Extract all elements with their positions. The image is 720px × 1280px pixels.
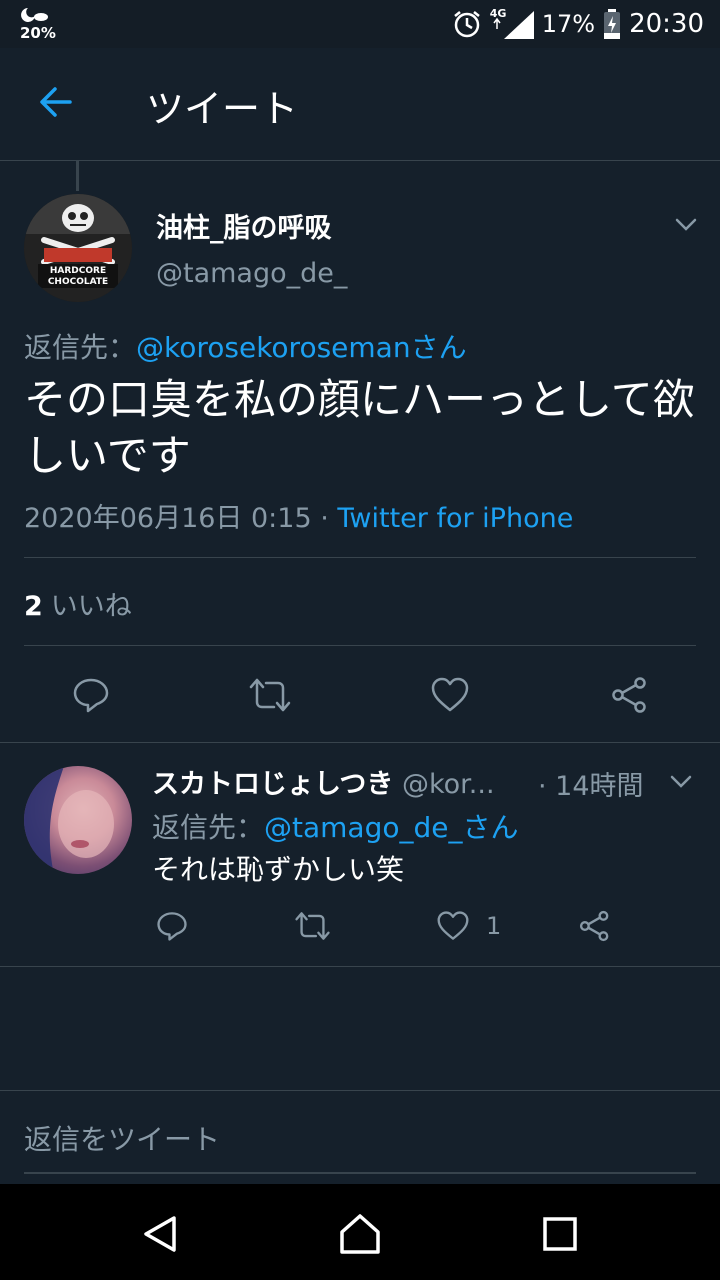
nav-back-button[interactable] [140,1214,180,1258]
square-recents-icon [543,1217,577,1251]
reply-compose-input[interactable]: 返信をツイート [24,1118,220,1158]
retweet-icon [249,678,291,712]
retweet-button[interactable] [248,676,292,718]
reply-reply-to-link[interactable]: @tamago_de_さん [264,811,518,844]
reply-avatar[interactable] [24,766,132,874]
status-icons: 4G 17% 20:30 [452,6,704,42]
tweet-text: その口臭を私の顔にハーっとして欲しいです [24,375,695,480]
heart-icon [431,677,469,712]
signal-indicator: 4G [490,7,534,39]
weather-icon [21,8,48,22]
battery-percent: 17% [541,10,596,38]
nav-home-button[interactable] [338,1212,382,1260]
reply-button[interactable] [72,676,110,718]
divider [24,557,696,558]
reply-icon [73,678,109,713]
battery-charging-icon [604,9,621,39]
retweet-icon [295,912,330,940]
tweet-client-link[interactable]: Twitter for iPhone [337,503,573,534]
avatar[interactable]: HARDCORE CHOCOLATE [24,194,132,302]
tweet-menu-button[interactable] [672,210,700,238]
divider [0,966,720,967]
reply-like-button[interactable] [436,910,470,946]
thread-line [76,161,79,191]
reply-reply-to-line: 返信先：@tamago_de_さん [152,806,519,846]
likes-label: いいね [50,591,132,622]
meta-separator: · [311,503,338,534]
reply-text: それは恥ずかしい笑 [152,853,405,886]
weather-percent: 20% [20,24,56,42]
back-button[interactable] [36,82,76,122]
system-nav-bar [0,1184,720,1280]
reply-menu-button[interactable] [668,768,694,794]
alarm-icon [453,11,480,38]
clock: 20:30 [629,9,704,39]
reply-reply-button[interactable] [156,910,188,946]
reply-header: スカトロじょしつき @kor... [152,762,495,801]
reply-like-count: 1 [486,912,502,940]
app-header: ツイート [0,48,720,161]
triangle-back-icon [144,1216,176,1252]
display-name[interactable]: 油柱_脂の呼吸 [156,206,332,245]
reply-avatar-image [24,766,114,874]
tweet-timestamp[interactable]: 2020年06月16日 0:15 [24,503,312,534]
share-button[interactable] [610,676,650,718]
home-icon [340,1214,380,1254]
reply-share-button[interactable] [578,910,612,946]
divider [0,742,720,743]
reply-retweet-button[interactable] [294,910,331,946]
reply-to-link[interactable]: @korosekorosemanさん [136,331,467,364]
compose-underline [24,1172,696,1174]
reply-reply-to-prefix: 返信先： [152,811,265,844]
chevron-down-icon [675,218,697,231]
reply-user-handle[interactable]: @kor... [402,769,495,800]
nav-recents-button[interactable] [542,1216,578,1256]
like-button[interactable] [430,676,470,718]
likes-summary[interactable]: 2 いいね [24,584,132,623]
status-bar: 20% 4G 17% 20:30 [0,0,720,48]
reply-display-name[interactable]: スカトロじょしつき [152,769,393,800]
back-arrow-icon [40,87,72,117]
share-icon [579,910,609,942]
signal-icon [493,11,534,39]
reply-to-line: 返信先：@korosekorosemanさん [24,326,467,366]
likes-count: 2 [24,591,43,622]
chevron-down-icon [670,775,692,788]
reply-time[interactable]: · 14時間 [538,764,644,803]
reply-icon [157,912,187,941]
share-icon [612,677,646,713]
divider [0,1090,720,1091]
heart-icon [437,911,469,940]
weather-indicator: 20% [20,6,56,41]
avatar-text: HARDCORE CHOCOLATE [47,266,109,287]
page-title: ツイート [146,87,299,131]
user-handle[interactable]: @tamago_de_ [156,258,347,289]
tweet-meta: 2020年06月16日 0:15 · Twitter for iPhone [24,496,573,535]
divider [24,645,696,646]
reply-to-prefix: 返信先： [24,331,137,364]
